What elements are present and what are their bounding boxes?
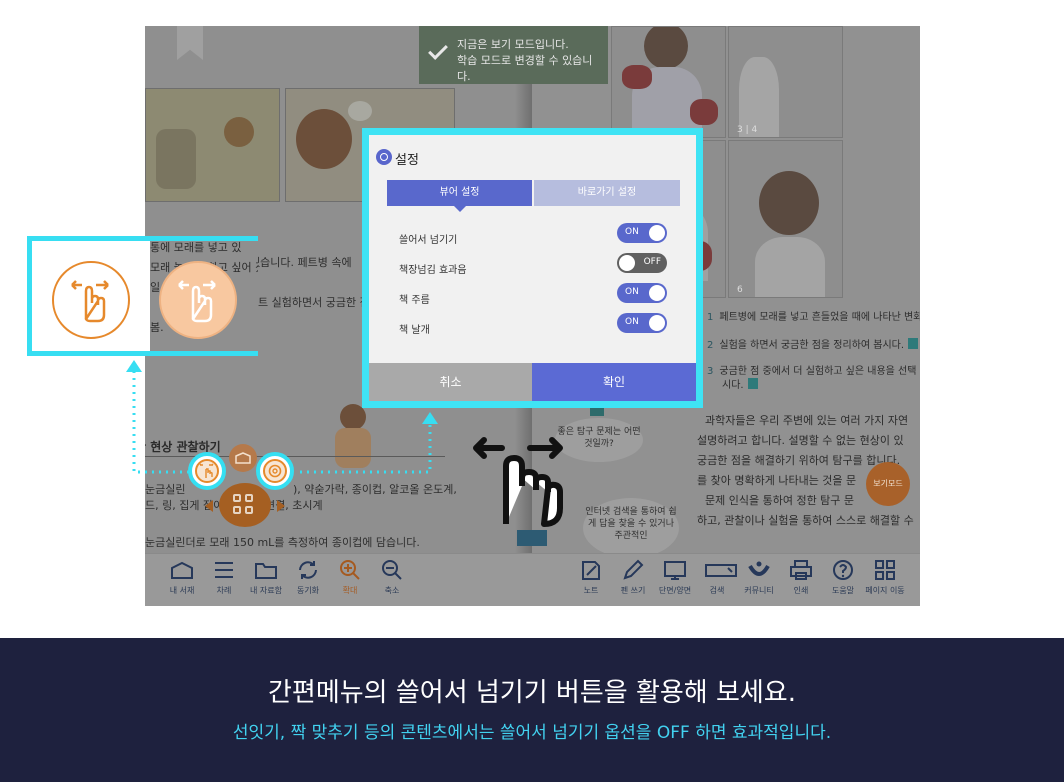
page-move-button[interactable]: 페이지 이동	[864, 558, 906, 602]
callout-page-text: 통에 모래를 넣고 있	[150, 241, 242, 254]
setting-label-page-sound: 책장넘김 효과음	[399, 265, 467, 276]
body-text-line: 과학자들은 우리 주변에 있는 여러 가지 자연	[705, 414, 909, 427]
note-icon[interactable]	[747, 378, 758, 389]
sync-icon	[295, 558, 321, 582]
settings-dialog: 설정 뷰어 설정 바로가기 설정 쓸어서 넘기기 ON 책장넘김 효과음 OFF…	[362, 128, 703, 408]
swipe-gesture-icon	[473, 437, 563, 527]
photo-experiment	[611, 26, 726, 138]
my-files-button[interactable]: 내 자료함	[245, 558, 287, 602]
pen-button[interactable]: 펜 쓰기	[612, 558, 654, 602]
note-button[interactable]: 노트	[570, 558, 612, 602]
dialog-title: 설정	[395, 153, 419, 168]
question-item: 시다.	[722, 376, 758, 391]
body-text-line: 문제 인식을 통하여 정한 탐구 문	[705, 494, 855, 507]
single-double-page-icon	[662, 558, 688, 582]
grid-icon	[233, 494, 255, 516]
question-item: 3 궁금한 점 중에서 더 실험하고 싶은 내용을 선택	[707, 366, 917, 377]
pen-icon	[620, 558, 646, 582]
arrow-left-icon[interactable]	[205, 500, 213, 512]
setting-label-swipe: 쓸어서 넘기기	[399, 235, 458, 246]
zoom-in-icon	[337, 558, 363, 582]
question-item: 1 페트병에 모래를 넣고 흔들었을 때에 나타난 변화	[707, 312, 920, 323]
page-move-icon	[872, 558, 898, 582]
materials-text: 드, 링, 집게 잡이,	[145, 499, 227, 512]
toc-button[interactable]: 차례	[203, 558, 245, 602]
toggle-book-wing[interactable]: ON	[617, 313, 667, 333]
community-button[interactable]: 커뮤니티	[738, 558, 780, 602]
swipe-page-button-pressed[interactable]	[159, 261, 237, 339]
print-icon	[788, 558, 814, 582]
body-text-line: 설명하려고 합니다. 설명할 수 없는 현상이 있	[697, 434, 904, 447]
tutorial-screen: 통에 모래를 넣고 있 모래 놀이가 하고 싶어 졌습니다. 페트병 속에 일 …	[0, 0, 1064, 782]
materials-text: 눈금실린	[145, 483, 186, 496]
bottom-toolbar: 내 서재 차례 내 자료함 동기화 확대 축소 노트 펜 쓰기 단면/양면 검색…	[145, 553, 920, 606]
my-library-button[interactable]: 내 서재	[161, 558, 203, 602]
help-icon	[830, 558, 856, 582]
zoom-out-icon	[379, 558, 405, 582]
body-text-line: 를 찾아 명확하게 나타내는 것을 문	[697, 474, 857, 487]
tab-shortcut-settings[interactable]: 바로가기 설정	[534, 180, 680, 206]
body-text-line: 궁금한 점을 해결하기 위하여 탐구를 합니다.	[697, 454, 901, 467]
check-icon	[428, 40, 448, 60]
note-icon	[578, 558, 604, 582]
help-button[interactable]: 도움말	[822, 558, 864, 602]
menu-tab-icon[interactable]	[517, 530, 547, 546]
swipe-hand-icon	[178, 280, 216, 323]
toc-icon	[211, 558, 237, 582]
search-icon	[704, 558, 737, 582]
banner-subtitle: 선잇기, 짝 맞추기 등의 콘텐츠에서는 쓸어서 넘기기 옵션을 OFF 하면 …	[232, 723, 832, 743]
materials-text: ), 약숟가락, 종이컵, 알코올 온도계,	[293, 483, 457, 496]
materials-text: 연결, 초시계	[265, 499, 323, 512]
swipe-hand-icon	[71, 280, 109, 323]
step-text: 눈금실린더로 모래 150 mL를 측정하여 종이컵에 담습니다.	[145, 536, 420, 549]
setting-label-book-wing: 책 날개	[399, 325, 430, 336]
my-library-icon	[169, 558, 195, 582]
photo-experiment: 6	[728, 140, 843, 298]
instruction-banner: 간편메뉴의 쓸어서 넘기기 버튼을 활용해 보세요. 선잇기, 짝 맞추기 등의…	[0, 638, 1064, 782]
toast-line: 지금은 보기 모드입니다.	[457, 38, 569, 51]
community-icon	[746, 558, 772, 582]
bookmark-icon[interactable]	[177, 26, 203, 60]
note-icon[interactable]	[908, 338, 919, 349]
arrow-right-icon[interactable]	[277, 500, 285, 512]
photo-experiment: 3 | 4	[728, 26, 843, 138]
banner-title: 간편메뉴의 쓸어서 넘기기 버튼을 활용해 보세요.	[268, 678, 796, 708]
toggle-book-fold[interactable]: ON	[617, 283, 667, 303]
toggle-page-sound[interactable]: OFF	[617, 253, 667, 273]
toggle-swipe[interactable]: ON	[617, 223, 667, 243]
toast-line: 학습 모드로 변경할 수 있습니다.	[457, 54, 593, 83]
zoom-out-button[interactable]: 축소	[371, 558, 413, 602]
zoom-in-button[interactable]: 확대	[329, 558, 371, 602]
illustration-playground	[145, 88, 280, 202]
print-button[interactable]: 인쇄	[780, 558, 822, 602]
question-item: 2 실험을 하면서 궁금한 점을 정리하여 봅시다.	[707, 336, 919, 351]
search-button[interactable]: 검색	[696, 558, 738, 602]
cancel-button[interactable]: 취소	[369, 363, 532, 401]
confirm-button[interactable]: 확인	[532, 363, 696, 401]
speech-bubble: 인터넷 검색을 통하여 쉽게 답을 찾을 수 있거나 주관적인	[583, 498, 679, 558]
mode-toast: 지금은 보기 모드입니다. 학습 모드로 변경할 수 있습니다.	[419, 26, 608, 84]
folder-icon	[253, 558, 279, 582]
swipe-button-callout: 통에 모래를 넣고 있 모래 놀이가 하고 싶어 졌습니다. 페트병 속에 일 …	[27, 236, 258, 356]
body-text-line: 하고, 관찰이나 실험을 통하여 스스로 해결할 수	[697, 514, 914, 527]
gear-icon	[376, 149, 392, 165]
sync-button[interactable]: 동기화	[287, 558, 329, 602]
swipe-page-button-large[interactable]	[52, 261, 130, 339]
tab-viewer-settings[interactable]: 뷰어 설정	[387, 180, 532, 212]
view-mode-button[interactable]: 보기모드	[866, 462, 910, 506]
setting-label-book-fold: 책 주름	[399, 295, 430, 306]
page-layout-button[interactable]: 단면/양면	[654, 558, 696, 602]
